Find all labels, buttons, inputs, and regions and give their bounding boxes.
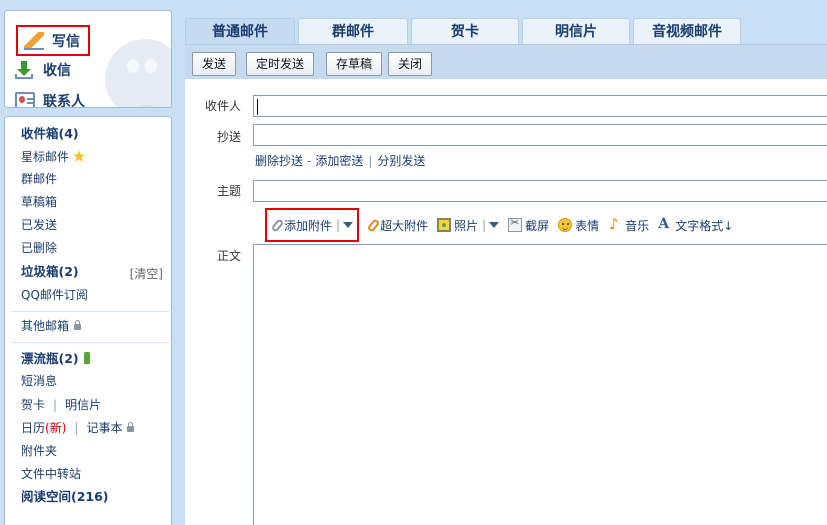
photo-button[interactable]: 照片 | <box>437 214 500 236</box>
text-format-label: 文字格式↓ <box>675 218 734 233</box>
nav-drift-bottle-label: 漂流瓶(2) <box>21 351 79 366</box>
text-cursor <box>257 99 258 115</box>
receive-mail-button[interactable]: 收信 <box>15 58 71 82</box>
nav-sent[interactable]: 已发送 <box>21 215 57 235</box>
add-attachment-button[interactable]: 添加附件 | <box>265 208 360 242</box>
cc-options: 删除抄送 - 添加密送 | 分别发送 <box>255 154 426 168</box>
remove-cc-link[interactable]: 删除抄送 <box>255 154 303 168</box>
send-button[interactable]: 发送 <box>192 52 237 76</box>
nav-other-mailbox-label: 其他邮箱 <box>21 319 70 333</box>
photo-label: 照片 <box>454 218 479 233</box>
emoticon-label: 表情 <box>575 218 600 233</box>
to-input[interactable] <box>253 95 827 117</box>
close-button[interactable]: 关闭 <box>388 52 433 76</box>
nav-notepad-label: 记事本 <box>86 421 123 435</box>
lock-icon <box>74 320 82 330</box>
nav-starred[interactable]: 星标邮件 <box>21 147 86 167</box>
cc-input[interactable] <box>253 124 827 146</box>
clear-spam-link[interactable]: [清空] <box>130 264 163 284</box>
compose-tabs: 普通邮件 群邮件 贺卡 明信片 音视频邮件 <box>185 18 744 44</box>
subject-label: 主题 <box>216 184 241 198</box>
write-mail-button[interactable]: 写信 <box>16 25 90 56</box>
nav-drafts[interactable]: 草稿箱 <box>21 192 57 212</box>
editor-toolbar: 添加附件 | 超大附件 照片 | 截屏 表情 音乐 <box>253 208 742 242</box>
cc-label: 抄送 <box>216 130 241 144</box>
save-draft-button[interactable]: 存草稿 <box>326 52 383 76</box>
body-editor[interactable] <box>253 244 827 525</box>
paperclip-icon <box>270 217 285 233</box>
folder-nav: 收件箱(4) 星标邮件 群邮件 草稿箱 已发送 已删除 垃圾箱(2) [清空] … <box>4 116 172 525</box>
nav-calendar-label: 日历 <box>21 421 46 435</box>
chevron-down-icon[interactable] <box>489 222 500 228</box>
tab-normal-mail[interactable]: 普通邮件 <box>185 18 295 44</box>
compose-toolbar: 发送 定时发送 存草稿 关闭 <box>185 44 827 79</box>
nav-attachments[interactable]: 附件夹 <box>21 441 57 461</box>
nav-drift-bottle[interactable]: 漂流瓶(2) <box>21 349 90 369</box>
nav-sms[interactable]: 短消息 <box>21 371 57 391</box>
nav-notepad[interactable]: 记事本 <box>86 421 135 435</box>
music-note-icon <box>608 215 622 233</box>
nav-calendar[interactable]: 日历(新) <box>21 421 66 435</box>
contact-card-icon <box>15 92 35 107</box>
nav-starred-label: 星标邮件 <box>21 150 70 164</box>
screenshot-button[interactable]: 截屏 <box>508 214 549 236</box>
nav-cards-row: 贺卡 | 明信片 <box>21 398 102 412</box>
nav-spam[interactable]: 垃圾箱(2) <box>21 262 79 282</box>
large-attachment-button[interactable]: 超大附件 <box>366 214 429 236</box>
nav-qq-subscribe[interactable]: QQ邮件订阅 <box>21 285 88 305</box>
tab-greeting-card[interactable]: 贺卡 <box>411 18 519 44</box>
emoticon-button[interactable]: 表情 <box>558 214 599 236</box>
receive-mail-label: 收信 <box>43 63 71 79</box>
tab-group-mail[interactable]: 群邮件 <box>298 18 408 44</box>
nav-group-mail[interactable]: 群邮件 <box>21 169 57 189</box>
qq-penguin-watermark <box>105 39 171 107</box>
smiley-icon <box>558 218 573 232</box>
large-attachment-label: 超大附件 <box>380 218 429 233</box>
font-icon <box>658 216 672 232</box>
tab-postcard[interactable]: 明信片 <box>522 18 630 44</box>
add-bcc-link[interactable]: 添加密送 <box>315 154 363 168</box>
star-icon <box>73 150 86 162</box>
music-button[interactable]: 音乐 <box>608 214 649 236</box>
quick-actions-panel: 写信 收信 联系人 <box>4 10 172 108</box>
lock-icon <box>127 422 135 432</box>
nav-greeting-card[interactable]: 贺卡 <box>21 398 45 412</box>
scheduled-send-button[interactable]: 定时发送 <box>246 52 315 76</box>
write-mail-label: 写信 <box>52 33 80 50</box>
left-sidebar: 写信 收信 联系人 收件箱(4) 星标邮件 群邮件 草稿箱 已发送 已删除 垃圾… <box>0 0 178 525</box>
nav-file-transfer[interactable]: 文件中转站 <box>21 464 81 484</box>
screenshot-label: 截屏 <box>525 218 550 233</box>
nav-inbox[interactable]: 收件箱(4) <box>21 124 79 144</box>
contacts-button[interactable]: 联系人 <box>15 89 85 108</box>
nav-divider <box>11 342 169 343</box>
photo-icon <box>437 218 452 232</box>
body-label: 正文 <box>216 249 241 263</box>
to-label: 收件人 <box>204 99 241 113</box>
separate-send-link[interactable]: 分别发送 <box>377 154 425 168</box>
new-badge: (新) <box>45 421 67 435</box>
nav-divider <box>11 311 169 312</box>
nav-calendar-row: 日历(新) | 记事本 <box>21 418 135 438</box>
nav-other-mailbox[interactable]: 其他邮箱 <box>21 316 82 336</box>
nav-deleted[interactable]: 已删除 <box>21 238 57 258</box>
contacts-label: 联系人 <box>43 94 85 108</box>
bottle-icon <box>83 352 90 364</box>
nav-reading-space[interactable]: 阅读空间(216) <box>21 487 109 507</box>
subject-input[interactable] <box>253 180 827 202</box>
text-format-button[interactable]: 文字格式↓ <box>658 214 733 236</box>
scissors-icon <box>508 216 523 232</box>
pencil-icon <box>24 31 44 50</box>
compose-area: 普通邮件 群邮件 贺卡 明信片 音视频邮件 发送 定时发送 存草稿 关闭 收件人… <box>178 10 827 525</box>
add-attachment-label: 添加附件 <box>284 218 333 233</box>
tab-av-mail[interactable]: 音视频邮件 <box>633 18 741 44</box>
compose-form: 收件人 抄送 删除抄送 - 添加密送 | 分别发送 主题 添加附件 | 超大附件 照片 … <box>185 79 827 525</box>
download-tray-icon <box>15 61 35 79</box>
chevron-down-icon[interactable] <box>343 222 354 228</box>
nav-postcard[interactable]: 明信片 <box>65 398 101 412</box>
paperclip-icon <box>366 217 381 233</box>
music-label: 音乐 <box>625 218 650 233</box>
